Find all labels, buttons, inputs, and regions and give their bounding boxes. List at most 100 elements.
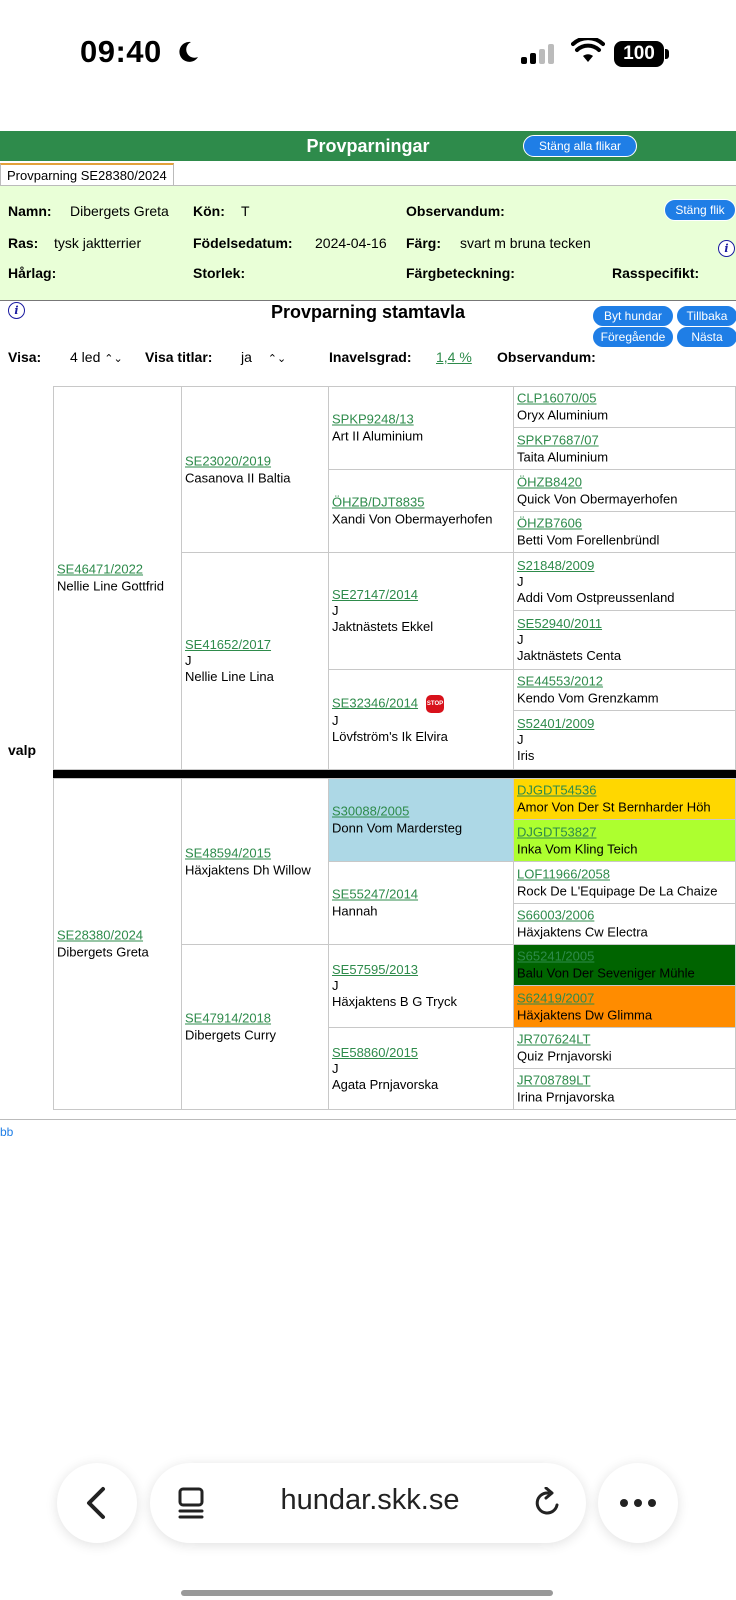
j-marker: J	[332, 603, 339, 618]
back-button[interactable]: Tillbaka	[676, 305, 736, 327]
reg-link[interactable]: S30088/2005	[332, 804, 511, 820]
dog-name: Art II Aluminium	[332, 428, 424, 444]
url-text[interactable]: hundar.skk.se	[250, 1484, 490, 1517]
j-marker: J	[517, 732, 524, 747]
info-icon[interactable]: i	[718, 240, 735, 257]
fodelsedatum-label: Födelsedatum:	[193, 235, 293, 251]
dog-name: Donn Vom Mardersteg	[332, 820, 463, 836]
pedigree-cell-ds-dam: SE55247/2014 Hannah	[328, 861, 514, 945]
dog-name: Dibergets Greta	[57, 944, 149, 960]
dog-name: Iris	[517, 748, 535, 763]
namn-label: Namn:	[8, 203, 52, 219]
dog-name: Casanova II Baltia	[185, 470, 291, 485]
reg-link[interactable]: SE46471/2022	[57, 562, 179, 578]
battery-icon: 100	[614, 41, 664, 67]
moon-icon	[179, 41, 198, 62]
dog-name: Jaktnästets Ekkel	[332, 619, 434, 634]
harlag-label: Hårlag:	[8, 265, 57, 281]
dog-name: Agata Prnjavorska	[332, 1076, 439, 1092]
reg-link[interactable]: ÖHZB8420	[517, 474, 733, 490]
dog-name: Hannah	[332, 903, 378, 919]
reload-icon[interactable]	[533, 1487, 563, 1519]
reg-link[interactable]: SE27147/2014	[332, 587, 511, 603]
dog-name: Betti Vom Forellenbründl	[517, 532, 660, 548]
dog-name: Häxjaktens Dh Willow	[185, 862, 311, 877]
pedigree-cell-sd-sire: SE27147/2014 J Jaktnästets Ekkel	[328, 552, 514, 670]
chevron-left-icon	[87, 1487, 105, 1519]
battery-tip	[665, 49, 669, 59]
pedigree-cell-g4: SPKP7687/07 Taita Aluminium	[513, 427, 736, 470]
reg-link[interactable]: SE41652/2017	[185, 637, 326, 653]
inavelsgrad-label: Inavelsgrad:	[329, 349, 412, 365]
next-button[interactable]: Nästa	[676, 326, 736, 348]
visa-select[interactable]: 4 led ⌃⌄	[70, 349, 123, 365]
reg-link[interactable]: SE23020/2019	[185, 453, 326, 469]
farg-label: Färg:	[406, 235, 441, 251]
swap-dogs-button[interactable]: Byt hundar	[592, 305, 674, 327]
inavelsgrad-link[interactable]: 1,4 %	[436, 349, 472, 365]
cellular-signal-icon	[521, 44, 555, 64]
pedigree-cell-ds-sire: S30088/2005 Donn Vom Mardersteg	[328, 778, 514, 862]
reg-link[interactable]: S62419/2007	[517, 990, 733, 1006]
stop-sign-icon: STOP	[426, 694, 445, 713]
reg-link[interactable]: SE48594/2015	[185, 845, 326, 861]
reg-link[interactable]: SE58860/2015	[332, 1045, 511, 1061]
reg-link[interactable]: S52401/2009	[517, 716, 733, 732]
namn-value: Dibergets Greta	[70, 203, 169, 219]
reg-link[interactable]: LOF11966/2058	[517, 866, 733, 882]
reg-link[interactable]: ÖHZB/DJT8835	[332, 495, 511, 511]
wifi-icon	[571, 38, 605, 62]
reg-link[interactable]: SE57595/2013	[332, 962, 511, 978]
tabs-icon[interactable]	[176, 1487, 206, 1519]
reg-link[interactable]: DJGDT54536	[517, 783, 733, 799]
pedigree-cell-sire-sire: SE23020/2019 Casanova II Baltia	[181, 386, 329, 553]
kon-value: T	[241, 203, 250, 219]
dog-name: Oryx Aluminium	[517, 407, 609, 423]
reg-link[interactable]: ÖHZB7606	[517, 516, 733, 532]
close-all-tabs-button[interactable]: Stäng alla flikar	[523, 135, 637, 157]
dog-name: Quick Von Obermayerhofen	[517, 491, 678, 506]
dog-name: Nellie Line Gottfrid	[57, 578, 164, 594]
pedigree-cell-g4: S66003/2006 Häxjaktens Cw Electra	[513, 903, 736, 945]
reg-link[interactable]: S21848/2009	[517, 558, 733, 574]
dog-name: Inka Vom Kling Teich	[517, 841, 638, 856]
pedigree-cell-g4: JR707624LT Quiz Prnjavorski	[513, 1027, 736, 1069]
dog-name: Nellie Line Lina	[185, 669, 274, 684]
reg-link[interactable]: CLP16070/05	[517, 391, 733, 407]
reg-link[interactable]: SE47914/2018	[185, 1011, 326, 1027]
pedigree-cell-sire: SE46471/2022 Nellie Line Gottfrid	[53, 386, 182, 770]
browser-back-button[interactable]	[57, 1463, 137, 1543]
more-options-button[interactable]	[598, 1463, 678, 1543]
j-marker: J	[332, 712, 339, 728]
close-tab-button[interactable]: Stäng flik	[664, 199, 736, 221]
footer-link[interactable]: bb	[0, 1125, 13, 1139]
pedigree-cell-g4: S62419/2007 Häxjaktens Dw Glimma	[513, 985, 736, 1028]
reg-link[interactable]: SE55247/2014	[332, 887, 511, 903]
pedigree-cell-dd-sire: SE57595/2013 J Häxjaktens B G Tryck	[328, 944, 514, 1028]
reg-link[interactable]: SPKP7687/07	[517, 432, 733, 448]
reg-link[interactable]: SE32346/2014 STOP	[332, 694, 511, 713]
reg-link[interactable]: SPKP9248/13	[332, 412, 511, 428]
fargbeteckning-label: Färgbeteckning:	[406, 265, 515, 281]
reg-link[interactable]: JR707624LT	[517, 1032, 733, 1048]
j-marker: J	[517, 632, 524, 647]
dog-name: Jaktnästets Centa	[517, 648, 622, 663]
reg-link[interactable]: SE44553/2012	[517, 674, 733, 690]
chevron-updown-icon: ⌃⌄	[267, 353, 287, 365]
reg-link[interactable]: JR708789LT	[517, 1073, 733, 1089]
pedigree-cell-g4: DJGDT53827 Inka Vom Kling Teich	[513, 819, 736, 862]
tab-provparning[interactable]: Provparning SE28380/2024	[0, 163, 174, 187]
reg-link[interactable]: S66003/2006	[517, 908, 733, 924]
previous-button[interactable]: Föregående	[592, 326, 674, 348]
dog-name: Lövfström's Ik Elvira	[332, 728, 448, 744]
pedigree-cell-g4: S65241/2005 Balu Von Der Seveniger Mühle	[513, 944, 736, 986]
reg-link[interactable]: S65241/2005	[517, 949, 733, 965]
titlar-select[interactable]: ja ⌃⌄	[241, 349, 286, 365]
titlar-value: ja	[241, 349, 252, 365]
reg-text[interactable]: SE32346/2014	[332, 695, 418, 710]
reg-link[interactable]: SE28380/2024	[57, 928, 179, 944]
dog-name: Balu Von Der Seveniger Mühle	[517, 965, 695, 981]
reg-link[interactable]: DJGDT53827	[517, 824, 733, 840]
dog-name: Häxjaktens Dw Glimma	[517, 1007, 653, 1022]
reg-link[interactable]: SE52940/2011	[517, 616, 733, 632]
